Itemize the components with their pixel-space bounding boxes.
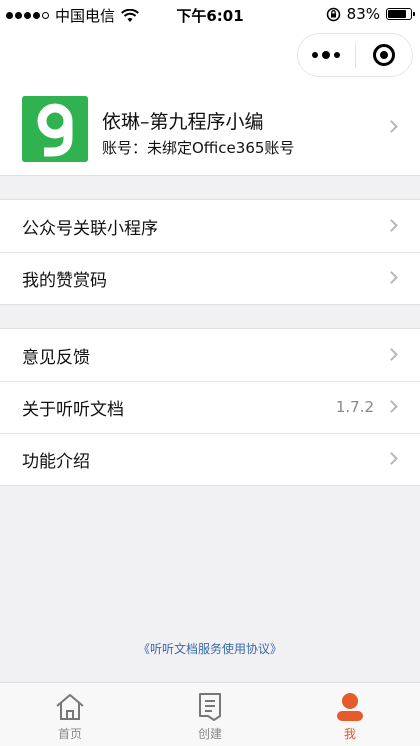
menu-item-official-account-link[interactable]: 公众号关联小程序: [0, 200, 420, 252]
document-icon: [199, 693, 221, 721]
battery-info: 83%: [326, 5, 415, 23]
menu-group-2: 意见反馈 关于听听文档 1.7.2 功能介绍: [0, 328, 420, 486]
profile-account: 账号：未绑定Office365账号: [102, 139, 295, 157]
chevron-right-icon: [385, 120, 398, 133]
menu-item-features[interactable]: 功能介绍: [0, 433, 420, 485]
close-button[interactable]: [356, 34, 413, 76]
menu-item-label: 功能介绍: [22, 451, 90, 472]
avatar: [22, 96, 88, 162]
menu-item-label: 意见反馈: [22, 347, 90, 368]
menu-item-reward-code[interactable]: 我的赞赏码: [0, 252, 420, 304]
profile-card[interactable]: 依琳–第九程序小编 账号：未绑定Office365账号: [0, 82, 420, 176]
battery-percent: 83%: [346, 5, 380, 23]
profile-name: 依琳–第九程序小编: [102, 111, 264, 133]
chevron-right-icon: [385, 452, 398, 465]
user-icon: [337, 693, 363, 721]
tab-create[interactable]: 创建: [140, 683, 280, 746]
chevron-right-icon: [385, 219, 398, 232]
battery-icon: [386, 8, 415, 20]
tab-label: 首页: [57, 727, 82, 741]
tab-me[interactable]: 我: [280, 683, 420, 746]
tab-label: 创建: [197, 727, 222, 741]
nine-logo-icon: [22, 96, 88, 162]
menu-item-label: 关于听听文档: [22, 399, 124, 420]
more-button[interactable]: [298, 34, 355, 76]
tab-bar: 首页 创建 我: [0, 682, 420, 746]
service-agreement-link[interactable]: 《听听文档服务使用协议》: [0, 640, 420, 657]
close-target-icon: [372, 44, 395, 66]
chevron-right-icon: [385, 400, 398, 413]
more-icon: [312, 51, 341, 59]
menu-item-label: 我的赞赏码: [22, 270, 107, 291]
status-bar: 中国电信 下午6:01 83%: [0, 0, 420, 30]
mini-program-capsule: [297, 33, 413, 77]
tab-home[interactable]: 首页: [0, 683, 140, 746]
nav-bar: [0, 30, 420, 82]
home-icon: [56, 694, 84, 720]
rotation-lock-icon: [326, 7, 340, 21]
chevron-right-icon: [385, 348, 398, 361]
menu-group-1: 公众号关联小程序 我的赞赏码: [0, 199, 420, 305]
chevron-right-icon: [385, 271, 398, 284]
menu-item-about[interactable]: 关于听听文档 1.7.2: [0, 381, 420, 433]
app-version: 1.7.2: [335, 398, 374, 416]
menu-item-label: 公众号关联小程序: [22, 218, 158, 239]
menu-item-feedback[interactable]: 意见反馈: [0, 329, 420, 381]
tab-label: 我: [343, 727, 356, 741]
